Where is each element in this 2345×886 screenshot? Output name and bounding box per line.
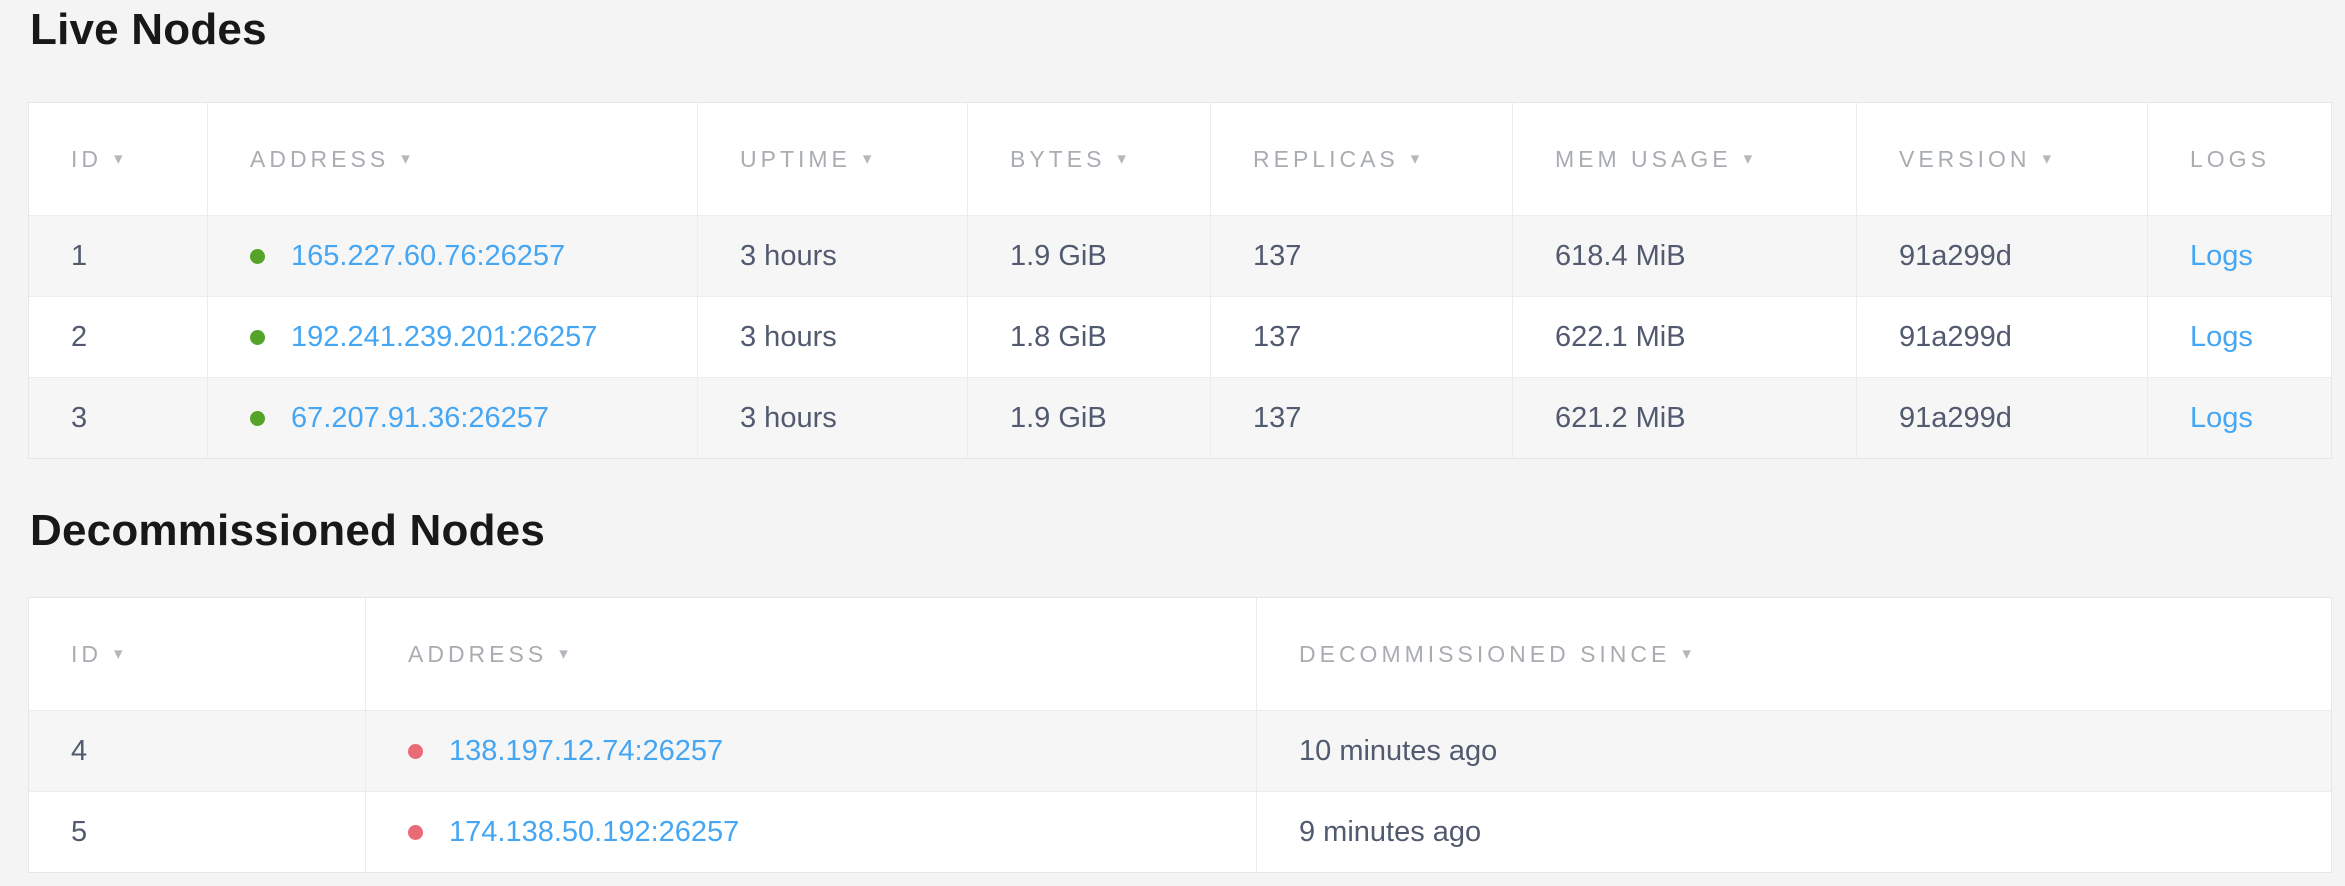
node-address-cell: 67.207.91.36:26257	[208, 378, 698, 458]
live-col-header-address[interactable]: ADDRESS ▾	[208, 103, 698, 215]
live-col-header-mem-usage[interactable]: MEM USAGE ▾	[1513, 103, 1857, 215]
column-label: DECOMMISSIONED SINCE	[1299, 641, 1670, 668]
sort-desc-icon: ▾	[1117, 149, 1126, 169]
table-row-node-4: 4 138.197.12.74:26257 10 minutes ago	[29, 710, 2331, 791]
node-address-link[interactable]: 165.227.60.76:26257	[291, 240, 565, 273]
node-replicas-cell: 137	[1211, 297, 1513, 377]
sort-desc-icon: ▾	[863, 149, 872, 169]
node-id-cell: 1	[29, 216, 208, 296]
sort-desc-icon: ▾	[114, 149, 123, 169]
decommissioned-since-cell: 9 minutes ago	[1257, 792, 2331, 872]
column-label: UPTIME	[740, 146, 851, 173]
node-version-cell: 91a299d	[1857, 216, 2148, 296]
decommissioned-nodes-title: Decommissioned Nodes	[30, 509, 2345, 553]
logs-link[interactable]: Logs	[2190, 402, 2253, 435]
column-label: ID	[71, 146, 102, 173]
decommissioned-status-dot-icon	[408, 744, 423, 759]
decom-col-header-id[interactable]: ID ▾	[29, 598, 366, 710]
live-col-header-logs: LOGS	[2148, 103, 2331, 215]
node-address-link[interactable]: 174.138.50.192:26257	[449, 816, 739, 849]
node-bytes-cell: 1.9 GiB	[968, 216, 1211, 296]
nodes-overview-page: Live Nodes ID ▾ ADDRESS ▾ UPTIME ▾ BYTES…	[0, 0, 2345, 873]
sort-desc-icon: ▾	[401, 149, 410, 169]
node-id-cell: 3	[29, 378, 208, 458]
node-replicas-cell: 137	[1211, 216, 1513, 296]
node-address-cell: 165.227.60.76:26257	[208, 216, 698, 296]
column-label: REPLICAS	[1253, 146, 1399, 173]
node-address-link[interactable]: 192.241.239.201:26257	[291, 321, 597, 354]
sort-desc-icon: ▾	[1682, 644, 1691, 664]
live-col-header-version[interactable]: VERSION ▾	[1857, 103, 2148, 215]
live-status-dot-icon	[250, 249, 265, 264]
column-label: ADDRESS	[250, 146, 389, 173]
node-mem-usage-cell: 621.2 MiB	[1513, 378, 1857, 458]
node-uptime-cell: 3 hours	[698, 216, 968, 296]
table-row-node-2: 2 192.241.239.201:26257 3 hours 1.8 GiB …	[29, 296, 2331, 377]
node-mem-usage-cell: 618.4 MiB	[1513, 216, 1857, 296]
table-row-node-5: 5 174.138.50.192:26257 9 minutes ago	[29, 791, 2331, 872]
logs-link[interactable]: Logs	[2190, 321, 2253, 354]
live-col-header-bytes[interactable]: BYTES ▾	[968, 103, 1211, 215]
column-label: ID	[71, 641, 102, 668]
node-bytes-cell: 1.8 GiB	[968, 297, 1211, 377]
live-nodes-body: 1 165.227.60.76:26257 3 hours 1.9 GiB 13…	[29, 215, 2331, 458]
sort-desc-icon: ▾	[2043, 149, 2052, 169]
node-address-cell: 174.138.50.192:26257	[366, 792, 1257, 872]
live-col-header-uptime[interactable]: UPTIME ▾	[698, 103, 968, 215]
node-bytes-cell: 1.9 GiB	[968, 378, 1211, 458]
decommissioned-nodes-table: ID ▾ ADDRESS ▾ DECOMMISSIONED SINCE ▾ 4 …	[28, 597, 2332, 873]
node-address-link[interactable]: 67.207.91.36:26257	[291, 402, 549, 435]
live-col-header-id[interactable]: ID ▾	[29, 103, 208, 215]
node-address-link[interactable]: 138.197.12.74:26257	[449, 735, 723, 768]
live-nodes-table: ID ▾ ADDRESS ▾ UPTIME ▾ BYTES ▾ REPLICAS…	[28, 102, 2332, 459]
table-row-node-1: 1 165.227.60.76:26257 3 hours 1.9 GiB 13…	[29, 215, 2331, 296]
decommissioned-nodes-header-row: ID ▾ ADDRESS ▾ DECOMMISSIONED SINCE ▾	[29, 598, 2331, 710]
node-uptime-cell: 3 hours	[698, 297, 968, 377]
decom-col-header-address[interactable]: ADDRESS ▾	[366, 598, 1257, 710]
table-row-node-3: 3 67.207.91.36:26257 3 hours 1.9 GiB 137…	[29, 377, 2331, 458]
column-label: LOGS	[2190, 146, 2270, 173]
node-logs-cell: Logs	[2148, 297, 2331, 377]
sort-desc-icon: ▾	[114, 644, 123, 664]
logs-link[interactable]: Logs	[2190, 240, 2253, 273]
live-col-header-replicas[interactable]: REPLICAS ▾	[1211, 103, 1513, 215]
column-label: VERSION	[1899, 146, 2031, 173]
node-version-cell: 91a299d	[1857, 378, 2148, 458]
decommissioned-nodes-body: 4 138.197.12.74:26257 10 minutes ago 5 1…	[29, 710, 2331, 872]
decom-col-header-decommissioned-since[interactable]: DECOMMISSIONED SINCE ▾	[1257, 598, 2331, 710]
column-label: MEM USAGE	[1555, 146, 1732, 173]
sort-desc-icon: ▾	[559, 644, 568, 664]
column-label: ADDRESS	[408, 641, 547, 668]
node-version-cell: 91a299d	[1857, 297, 2148, 377]
sort-desc-icon: ▾	[1411, 149, 1420, 169]
live-nodes-header-row: ID ▾ ADDRESS ▾ UPTIME ▾ BYTES ▾ REPLICAS…	[29, 103, 2331, 215]
node-id-cell: 4	[29, 711, 366, 791]
node-address-cell: 138.197.12.74:26257	[366, 711, 1257, 791]
live-status-dot-icon	[250, 411, 265, 426]
node-logs-cell: Logs	[2148, 378, 2331, 458]
live-nodes-title: Live Nodes	[30, 8, 2345, 52]
node-uptime-cell: 3 hours	[698, 378, 968, 458]
node-id-cell: 2	[29, 297, 208, 377]
column-label: BYTES	[1010, 146, 1105, 173]
node-replicas-cell: 137	[1211, 378, 1513, 458]
node-logs-cell: Logs	[2148, 216, 2331, 296]
sort-desc-icon: ▾	[1744, 149, 1753, 169]
node-id-cell: 5	[29, 792, 366, 872]
node-mem-usage-cell: 622.1 MiB	[1513, 297, 1857, 377]
node-address-cell: 192.241.239.201:26257	[208, 297, 698, 377]
decommissioned-since-cell: 10 minutes ago	[1257, 711, 2331, 791]
live-status-dot-icon	[250, 330, 265, 345]
decommissioned-status-dot-icon	[408, 825, 423, 840]
